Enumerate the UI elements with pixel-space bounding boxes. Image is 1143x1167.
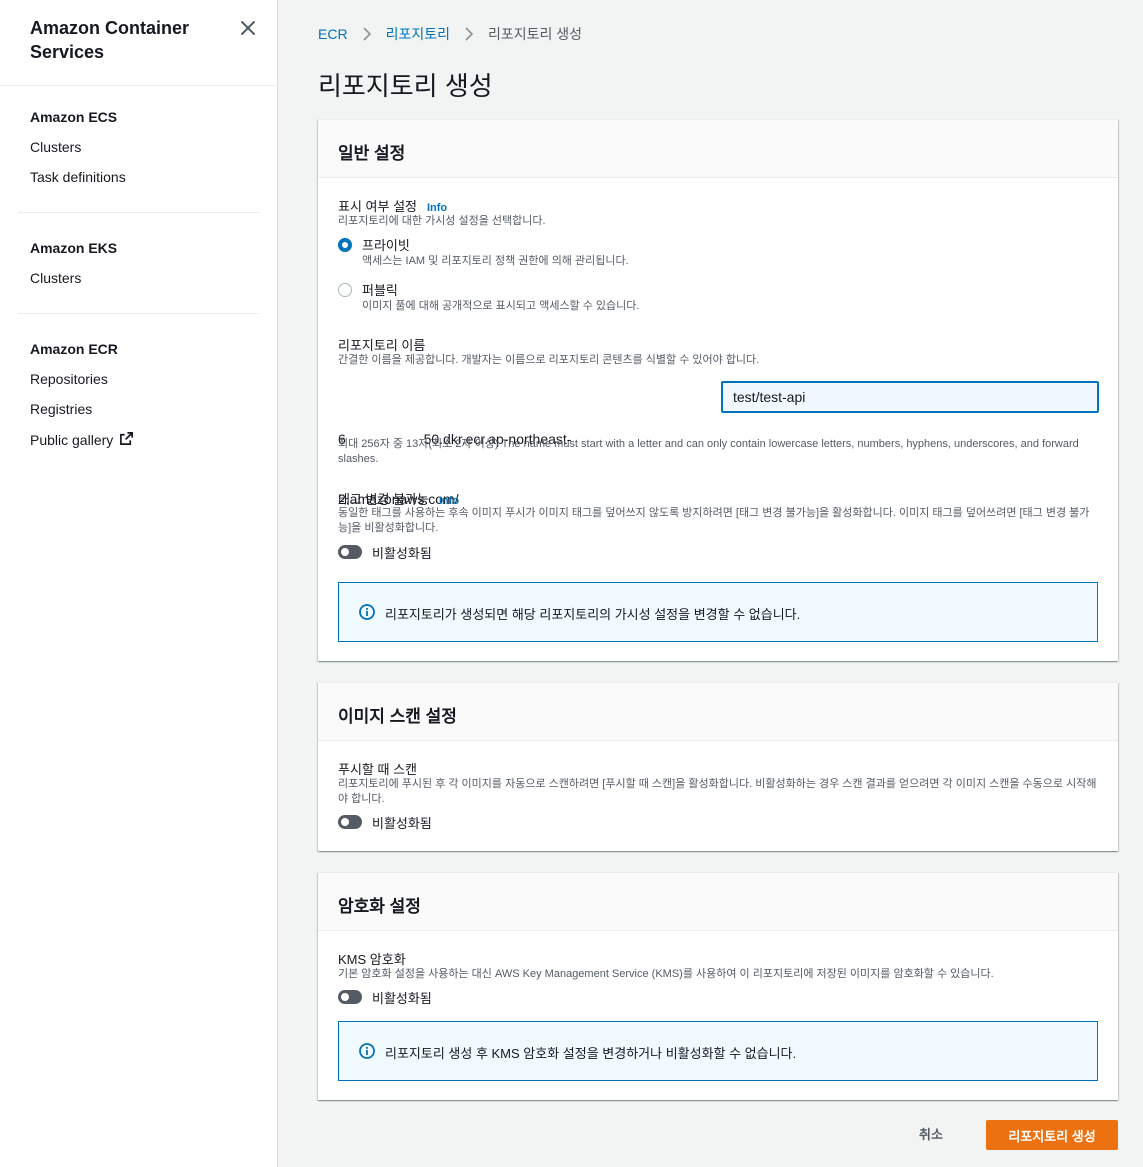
kms-alert: 리포지토리 생성 후 KMS 암호화 설정을 변경하거나 비활성화할 수 없습니… bbox=[338, 1021, 1098, 1081]
page-title: 리포지토리 생성 bbox=[318, 71, 493, 101]
external-link-icon bbox=[119, 431, 134, 449]
sidebar-item-task-definitions[interactable]: Task definitions bbox=[30, 169, 126, 185]
alert-text: 리포지토리 생성 후 KMS 암호화 설정을 변경하거나 비활성화할 수 없습니… bbox=[385, 1046, 797, 1061]
info-icon bbox=[359, 1043, 375, 1059]
kms-encryption-state: 비활성화됨 bbox=[372, 991, 432, 1006]
repo-name-input[interactable] bbox=[721, 381, 1099, 413]
scan-on-push-toggle[interactable] bbox=[338, 815, 362, 829]
radio-public-description: 이미지 풀에 대해 공개적으로 표시되고 액세스할 수 있습니다. bbox=[362, 300, 640, 312]
radio-public[interactable] bbox=[338, 283, 352, 297]
sidebar-item-public-gallery[interactable]: Public gallery bbox=[30, 431, 134, 449]
card-title: 일반 설정 bbox=[338, 144, 406, 163]
chevron-right-icon bbox=[464, 27, 474, 41]
card-header: 일반 설정 bbox=[318, 120, 1118, 178]
tag-immutability-state: 비활성화됨 bbox=[372, 546, 432, 561]
visibility-alert: 리포지토리가 생성되면 해당 리포지토리의 가시성 설정을 변경할 수 없습니다… bbox=[338, 582, 1098, 642]
sidebar-item-registries[interactable]: Registries bbox=[30, 401, 92, 417]
sidebar-section-ecs: Amazon ECS bbox=[30, 109, 118, 125]
sidebar-item-label: Clusters bbox=[30, 139, 82, 155]
tag-immutability-description: 동일한 태그를 사용하는 후속 이미지 푸시가 이미지 태그를 덮어쓰지 않도록… bbox=[338, 507, 1090, 534]
card-title: 이미지 스캔 설정 bbox=[338, 707, 457, 726]
info-icon bbox=[359, 604, 375, 620]
card-header: 암호화 설정 bbox=[318, 873, 1118, 931]
image-scan-card: 이미지 스캔 설정 푸시할 때 스캔 리포지토리에 푸시된 후 각 이미지를 자… bbox=[318, 682, 1118, 851]
scan-on-push-description: 리포지토리에 푸시된 후 각 이미지를 자동으로 스캔하려면 [푸시할 때 스캔… bbox=[338, 778, 1097, 805]
radio-public-label: 퍼블릭 bbox=[362, 283, 398, 298]
card-header: 이미지 스캔 설정 bbox=[318, 683, 1118, 741]
kms-encryption-label: KMS 암호화 bbox=[338, 952, 406, 967]
sidebar-section-eks: Amazon EKS bbox=[30, 240, 118, 256]
encryption-card: 암호화 설정 KMS 암호화 기본 암호화 설정을 사용하는 대신 AWS Ke… bbox=[318, 872, 1118, 1100]
card-title: 암호화 설정 bbox=[338, 897, 421, 916]
radio-private-description: 액세스는 IAM 및 리포지토리 정책 권한에 의해 관리됩니다. bbox=[362, 255, 629, 267]
radio-private-label: 프라이빗 bbox=[362, 238, 410, 253]
alert-text: 리포지토리가 생성되면 해당 리포지토리의 가시성 설정을 변경할 수 없습니다… bbox=[385, 607, 801, 622]
main-content: ECR 리포지토리 리포지토리 생성 리포지토리 생성 일반 설정 표시 여부 … bbox=[279, 0, 1143, 1167]
radio-private[interactable] bbox=[338, 238, 352, 252]
breadcrumb: ECR 리포지토리 리포지토리 생성 bbox=[318, 24, 582, 44]
repo-name-description: 간결한 이름을 제공합니다. 개발자는 이름으로 리포지토리 콘텐츠를 식별할 … bbox=[338, 354, 760, 366]
breadcrumb-current: 리포지토리 생성 bbox=[487, 26, 583, 42]
scan-on-push-label: 푸시할 때 스캔 bbox=[338, 762, 417, 777]
tag-immutability-toggle[interactable] bbox=[338, 545, 362, 559]
visibility-label-text: 표시 여부 설정 bbox=[338, 199, 417, 214]
sidebar-title: Amazon Container Services bbox=[30, 18, 190, 62]
chevron-right-icon bbox=[362, 27, 372, 41]
cancel-button[interactable]: 취소 bbox=[919, 1124, 943, 1143]
sidebar-item-label: Repositories bbox=[30, 371, 108, 387]
sidebar-item-repositories[interactable]: Repositories bbox=[30, 371, 108, 387]
close-icon[interactable] bbox=[238, 18, 258, 38]
create-repository-button[interactable]: 리포지토리 생성 bbox=[986, 1120, 1118, 1150]
kms-encryption-description: 기본 암호화 설정을 사용하는 대신 AWS Key Management Se… bbox=[338, 968, 994, 980]
sidebar-item-ecs-clusters[interactable]: Clusters bbox=[30, 139, 81, 155]
tag-immutability-label-text: 태그 변경 불가능 bbox=[338, 492, 429, 507]
general-settings-card: 일반 설정 표시 여부 설정 Info 리포지토리에 대한 가시성 설정을 선택합… bbox=[318, 119, 1118, 661]
breadcrumb-ecr[interactable]: ECR bbox=[318, 26, 348, 42]
visibility-info-link[interactable]: Info bbox=[427, 202, 447, 214]
sidebar-divider bbox=[18, 212, 259, 213]
repo-name-constraint: 최대 256자 중 13자(최소 2자 이상) The name must st… bbox=[338, 438, 1079, 465]
sidebar-item-label: Registries bbox=[30, 401, 93, 417]
scan-on-push-state: 비활성화됨 bbox=[372, 816, 432, 831]
sidebar-divider bbox=[18, 313, 259, 314]
visibility-description: 리포지토리에 대한 가시성 설정을 선택합니다. bbox=[338, 215, 546, 227]
sidebar-item-label: Clusters bbox=[30, 270, 82, 286]
breadcrumb-repositories[interactable]: 리포지토리 bbox=[386, 24, 450, 44]
sidebar-divider bbox=[0, 85, 278, 86]
sidebar-item-eks-clusters[interactable]: Clusters bbox=[30, 270, 81, 286]
visibility-label: 표시 여부 설정 Info bbox=[338, 196, 447, 215]
repo-name-label: 리포지토리 이름 bbox=[338, 338, 426, 353]
kms-encryption-toggle[interactable] bbox=[338, 990, 362, 1004]
sidebar: Amazon Container Services Amazon ECS Clu… bbox=[0, 0, 278, 1167]
sidebar-section-ecr: Amazon ECR bbox=[30, 341, 118, 357]
sidebar-item-label: Task definitions bbox=[30, 169, 126, 185]
sidebar-item-label: Public gallery bbox=[30, 432, 114, 448]
